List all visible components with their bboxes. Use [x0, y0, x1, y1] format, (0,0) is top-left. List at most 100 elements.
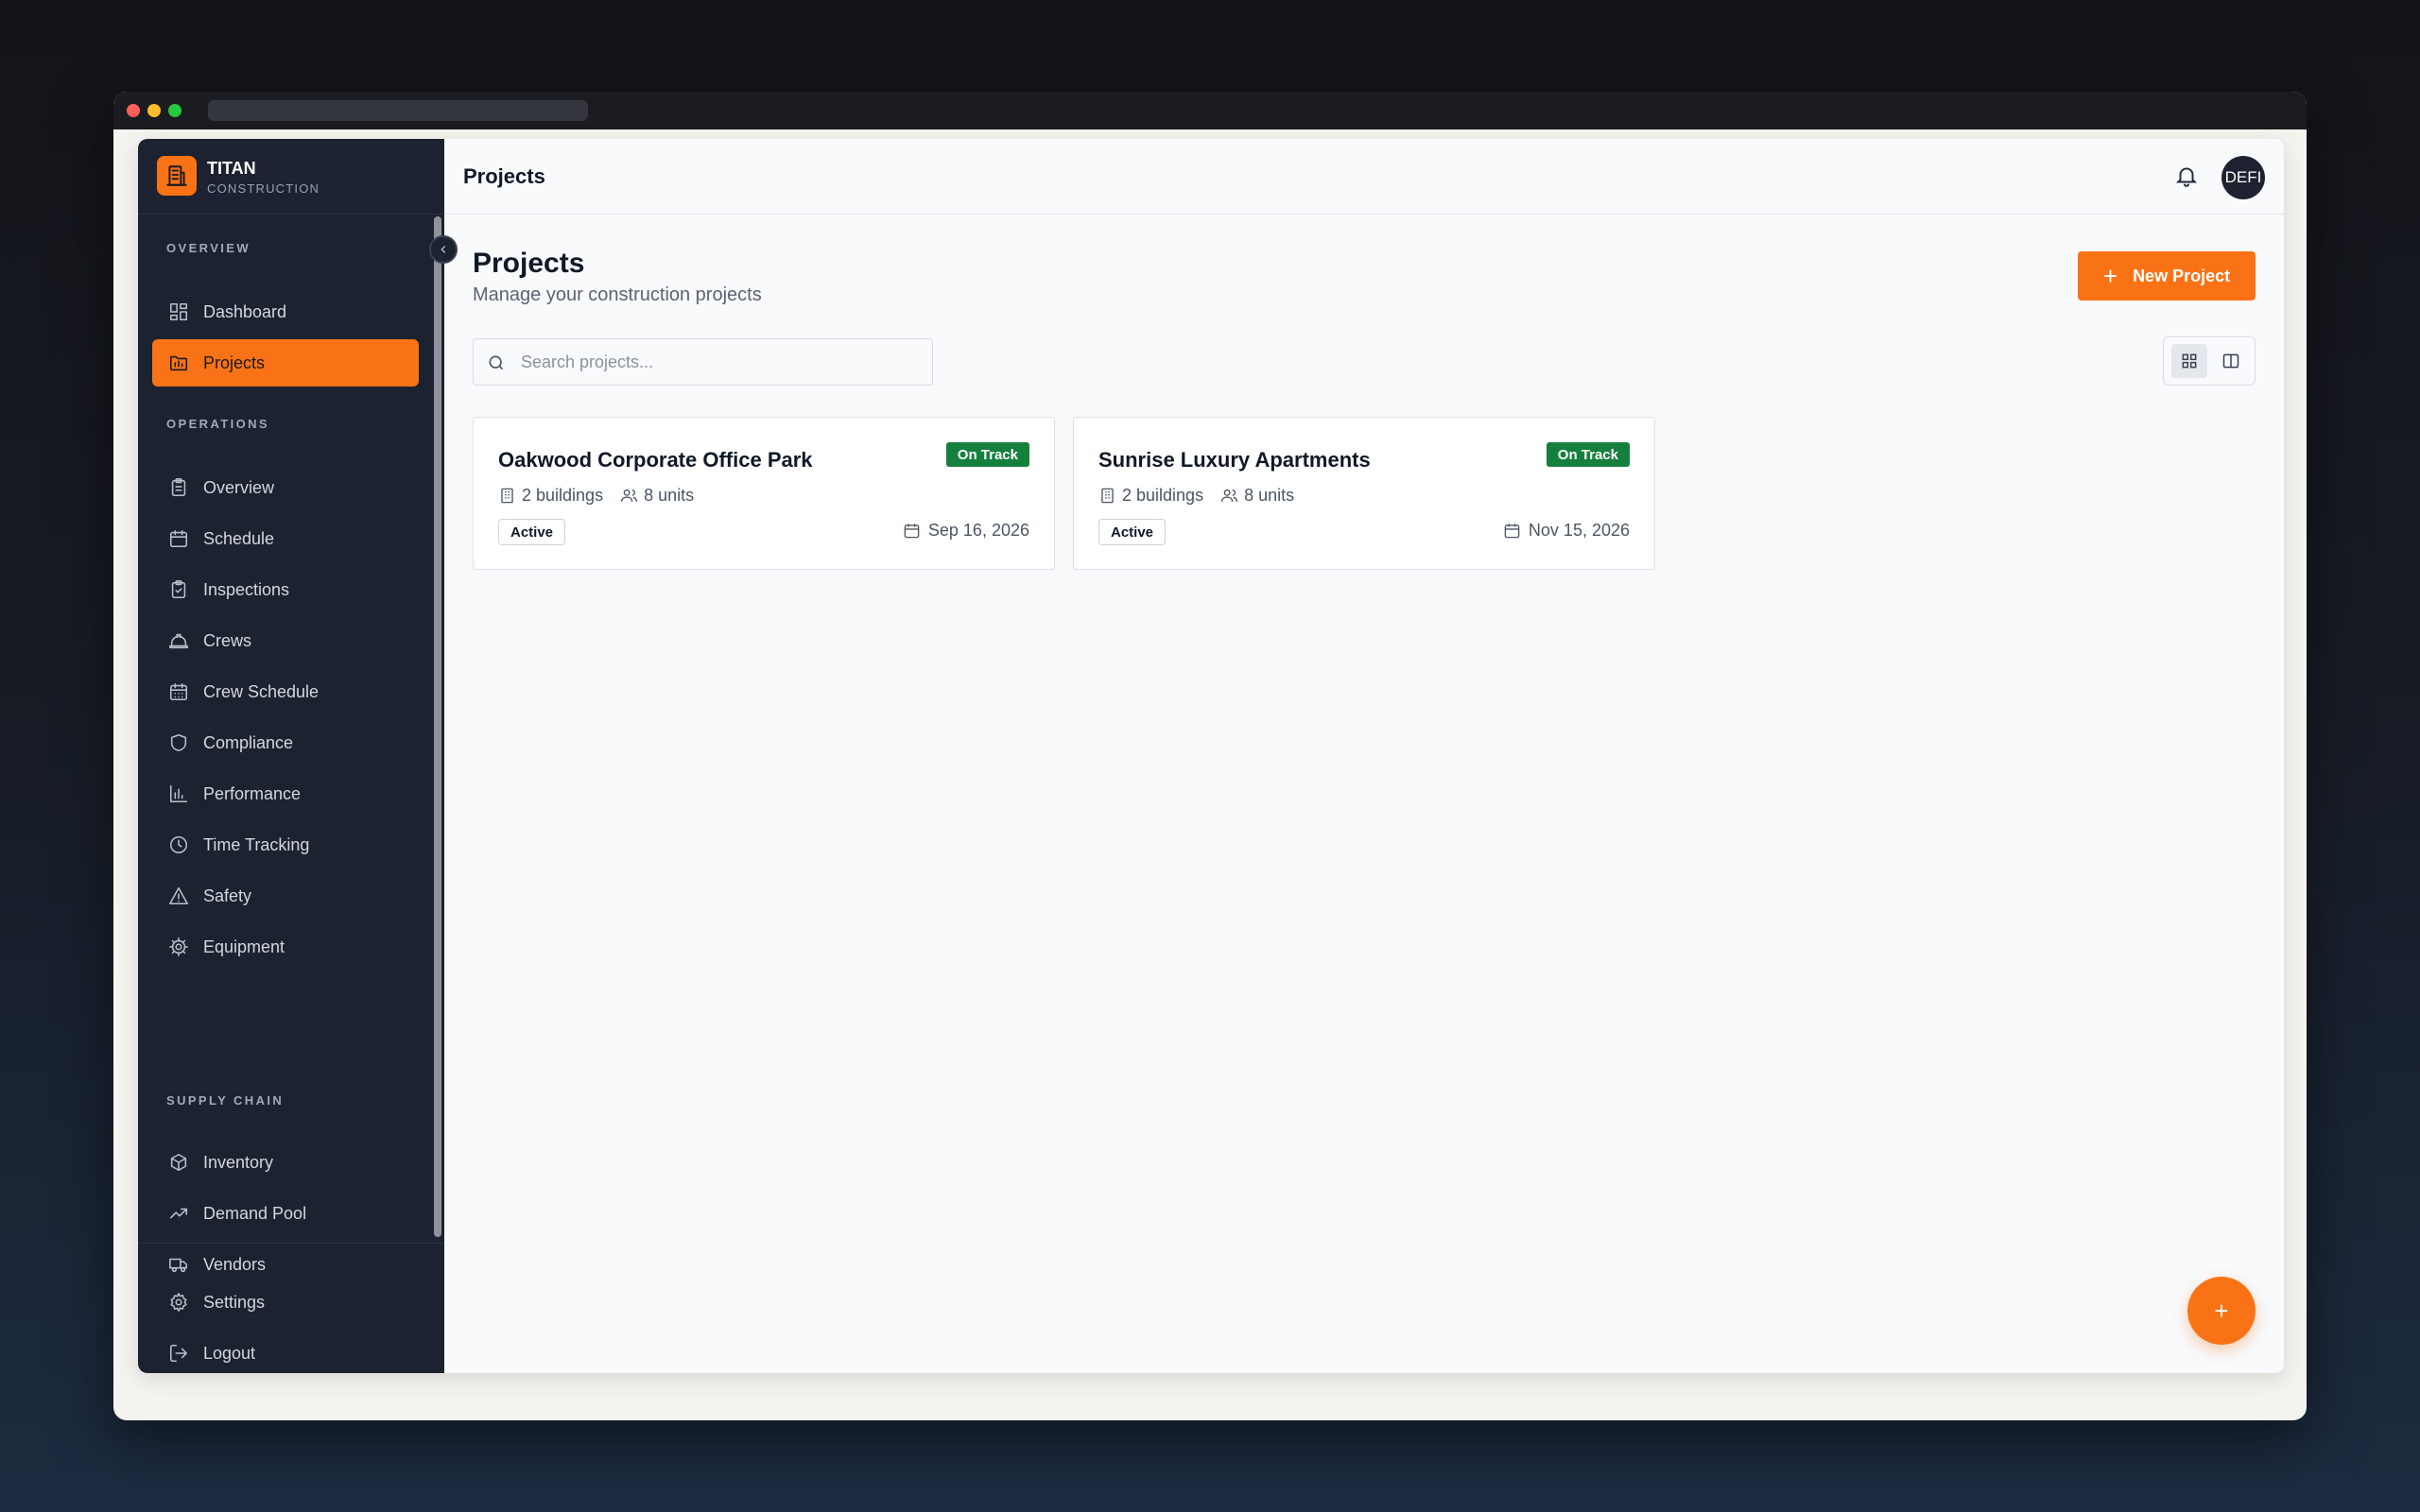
project-name: Oakwood Corporate Office Park [498, 448, 813, 472]
building-icon [501, 488, 513, 504]
sidebar-item-logout[interactable]: Logout [152, 1330, 419, 1373]
shield-icon [167, 731, 190, 754]
units-label: 8 units [644, 486, 695, 505]
calendar-icon [167, 527, 190, 550]
project-card[interactable]: Oakwood Corporate Office Park On Track 2… [473, 417, 1055, 570]
project-card[interactable]: Sunrise Luxury Apartments On Track 2 bui… [1073, 417, 1655, 570]
sidebar-item-label: Time Tracking [203, 834, 310, 854]
sidebar-item-schedule[interactable]: Schedule [152, 515, 419, 562]
sidebar-item-label: Compliance [203, 732, 294, 752]
sidebar-item-label: Vendors [203, 1254, 267, 1274]
sidebar-item-label: Inspections [203, 579, 290, 599]
new-project-label: New Project [2133, 266, 2231, 285]
sidebar-item-settings[interactable]: Settings [152, 1279, 419, 1326]
project-meta: 2 buildings 8 units [1098, 486, 1294, 506]
grid-icon [2182, 353, 2197, 369]
sidebar-item-projects[interactable]: Projects [152, 339, 419, 387]
buildings-count: 2 buildings [498, 486, 603, 506]
sidebar-item-inventory[interactable]: Inventory [152, 1139, 419, 1186]
clipboard-check-icon [167, 578, 190, 601]
columns-icon [2222, 353, 2239, 369]
sidebar-item-label: Dashboard [203, 301, 287, 321]
search-icon [489, 355, 504, 370]
sidebar-scrollbar[interactable] [434, 216, 441, 1237]
address-bar[interactable] [208, 100, 588, 121]
calendar-grid-icon [167, 680, 190, 703]
hard-hat-icon [167, 629, 190, 652]
building-icon [1101, 488, 1114, 504]
section-label-supply-chain: SUPPLY CHAIN [166, 1093, 285, 1108]
minimize-window-button[interactable] [147, 104, 161, 117]
project-date: Sep 16, 2026 [903, 521, 1029, 541]
brand-header[interactable]: TITAN CONSTRUCTION [138, 139, 444, 215]
browser-window: TITAN CONSTRUCTION OVERVIEW Dashboard Pr… [113, 92, 2307, 1420]
project-date: Nov 15, 2026 [1503, 521, 1630, 541]
brand-name: TITAN [207, 159, 256, 178]
topbar-title: Projects [463, 164, 545, 188]
search-input[interactable] [521, 339, 918, 385]
projects-icon [167, 352, 190, 374]
units-count: 8 units [620, 486, 694, 506]
sidebar-item-label: Logout [203, 1343, 256, 1363]
status-badge: On Track [945, 442, 1029, 467]
sidebar-item-label: Overview [203, 477, 275, 497]
sidebar-item-crews[interactable]: Crews [152, 617, 419, 664]
users-icon [1220, 489, 1238, 502]
project-meta: 2 buildings 8 units [498, 486, 694, 506]
new-project-button[interactable]: + New Project [2078, 251, 2256, 301]
brand-subtitle: CONSTRUCTION [207, 181, 320, 196]
sidebar-item-overview[interactable]: Overview [152, 464, 419, 511]
search-box [473, 338, 933, 386]
status-badge: On Track [1546, 442, 1630, 467]
buildings-label: 2 buildings [1122, 486, 1204, 505]
page-title: Projects [473, 248, 585, 279]
sidebar: TITAN CONSTRUCTION OVERVIEW Dashboard Pr… [138, 139, 444, 1373]
topbar: Projects DEFI [444, 139, 2284, 215]
gear-cog-icon [167, 936, 190, 958]
sidebar-item-label: Projects [203, 352, 266, 372]
sidebar-item-equipment[interactable]: Equipment [152, 923, 419, 971]
sidebar-item-dashboard[interactable]: Dashboard [152, 288, 419, 335]
sidebar-item-crew-schedule[interactable]: Crew Schedule [152, 668, 419, 715]
main-content: Projects Manage your construction projec… [444, 215, 2284, 1373]
view-toggle [2163, 336, 2256, 386]
units-label: 8 units [1244, 486, 1295, 505]
state-badge: Active [498, 519, 566, 545]
grid-view-button[interactable] [2171, 344, 2207, 378]
sidebar-item-compliance[interactable]: Compliance [152, 719, 419, 766]
split-view-button[interactable] [2213, 344, 2249, 378]
users-icon [620, 489, 638, 502]
close-window-button[interactable] [127, 104, 140, 117]
sidebar-item-label: Inventory [203, 1152, 274, 1172]
plus-icon: + [2102, 262, 2118, 290]
add-fab-button[interactable]: + [2187, 1277, 2256, 1345]
browser-titlebar [113, 92, 2307, 129]
sidebar-item-demand-pool[interactable]: Demand Pool [152, 1190, 419, 1237]
sidebar-item-label: Crews [203, 630, 252, 650]
chevron-left-icon [441, 246, 446, 253]
section-label-overview: OVERVIEW [166, 241, 251, 255]
sidebar-item-performance[interactable]: Performance [152, 770, 419, 817]
sidebar-item-label: Demand Pool [203, 1203, 307, 1223]
page-subtitle: Manage your construction projects [473, 284, 762, 305]
sidebar-item-label: Crew Schedule [203, 681, 320, 701]
bar-chart-icon [167, 782, 190, 805]
sidebar-item-label: Settings [203, 1292, 266, 1312]
maximize-window-button[interactable] [168, 104, 182, 117]
sidebar-item-safety[interactable]: Safety [152, 872, 419, 919]
buildings-label: 2 buildings [522, 486, 604, 505]
sidebar-item-label: Schedule [203, 528, 275, 548]
truck-icon [167, 1253, 190, 1276]
trending-up-icon [167, 1202, 190, 1225]
calendar-icon [1504, 524, 1520, 539]
buildings-count: 2 buildings [1098, 486, 1203, 506]
sidebar-item-inspections[interactable]: Inspections [152, 566, 419, 613]
sidebar-collapse-button[interactable] [429, 235, 458, 264]
date-label: Sep 16, 2026 [927, 521, 1029, 540]
sidebar-item-label: Equipment [203, 936, 285, 956]
package-icon [167, 1151, 190, 1174]
sidebar-item-time-tracking[interactable]: Time Tracking [152, 821, 419, 868]
notifications-button[interactable] [2174, 163, 2201, 190]
avatar[interactable]: DEFI [2221, 156, 2265, 199]
sidebar-divider [138, 1243, 444, 1244]
